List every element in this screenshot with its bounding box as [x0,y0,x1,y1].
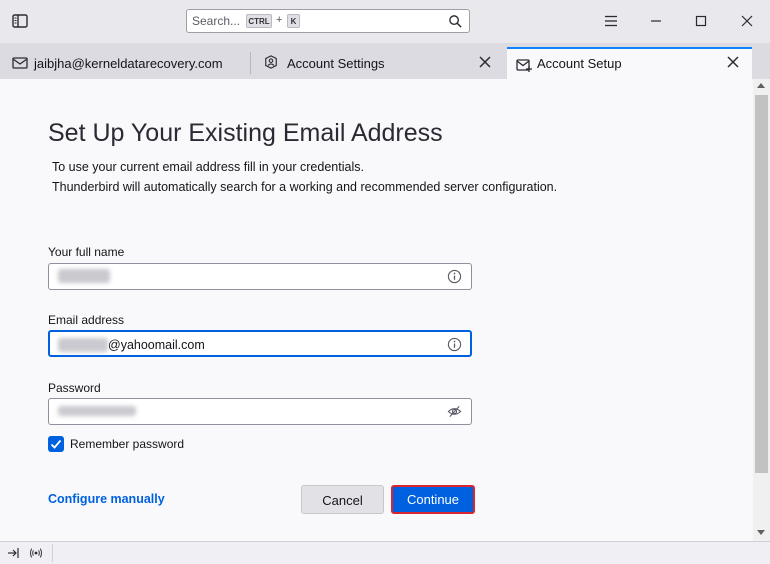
app-menu-icon[interactable] [601,11,621,31]
remember-password-label[interactable]: Remember password [70,437,184,451]
tab-label: Account Setup [537,56,622,71]
redacted-password [58,406,136,416]
info-icon[interactable] [447,269,462,284]
account-setup-panel: Set Up Your Existing Email Address To us… [0,79,753,541]
continue-button[interactable]: Continue [391,485,475,514]
page-title: Set Up Your Existing Email Address [48,119,443,147]
password-label: Password [48,381,101,395]
online-status-icon[interactable] [29,546,43,560]
status-separator [52,544,53,562]
full-name-field[interactable] [48,263,472,290]
checkmark-icon [50,439,62,449]
tab-bar: jaibjha@kerneldatarecovery.com Account S… [0,43,770,79]
redacted-name [58,269,110,283]
email-domain: @yahoomail.com [108,338,205,352]
email-field[interactable]: @yahoomail.com [48,330,472,357]
info-icon[interactable] [447,337,462,352]
vertical-scrollbar[interactable] [753,79,770,541]
remember-password-checkbox[interactable] [48,436,64,452]
shortcut-key-k: K [287,14,300,28]
description-line-2: Thunderbird will automatically search fo… [52,180,558,194]
password-field[interactable] [48,398,472,425]
tab-label: Account Settings [287,56,385,71]
spaces-toolbar-icon[interactable] [10,11,30,31]
cancel-button[interactable]: Cancel [301,485,384,514]
tab-label: jaibjha@kerneldatarecovery.com [34,56,223,71]
collapse-panel-icon[interactable] [6,546,20,560]
configure-manually-link[interactable]: Configure manually [48,492,165,506]
full-name-label: Your full name [48,245,125,259]
email-label: Email address [48,313,125,327]
account-settings-icon [265,55,277,69]
tab-account-setup[interactable]: Account Setup [507,47,752,79]
scroll-up-arrow-icon[interactable] [757,83,765,88]
mail-icon [12,57,28,69]
search-icon[interactable] [448,14,463,29]
shortcut-key-ctrl: CTRL [246,14,272,28]
shortcut-plus: + [276,14,283,26]
close-tab-icon[interactable] [726,55,740,69]
search-input[interactable]: Search... CTRL + K [186,9,470,33]
tab-inbox[interactable]: jaibjha@kerneldatarecovery.com [0,47,250,79]
status-bar [0,541,770,564]
close-tab-icon[interactable] [478,55,492,69]
redacted-email-user [58,338,108,352]
minimize-icon[interactable] [646,11,666,31]
search-placeholder: Search... [192,14,241,28]
scroll-down-arrow-icon[interactable] [757,530,765,535]
close-window-icon[interactable] [737,11,757,31]
tab-account-settings[interactable]: Account Settings [251,47,504,79]
mail-plus-icon [516,59,532,72]
title-bar: Search... CTRL + K [0,0,770,43]
scroll-thumb[interactable] [755,95,768,473]
maximize-icon[interactable] [691,11,711,31]
description-line-1: To use your current email address fill i… [52,160,364,174]
eye-slash-icon[interactable] [447,404,462,419]
